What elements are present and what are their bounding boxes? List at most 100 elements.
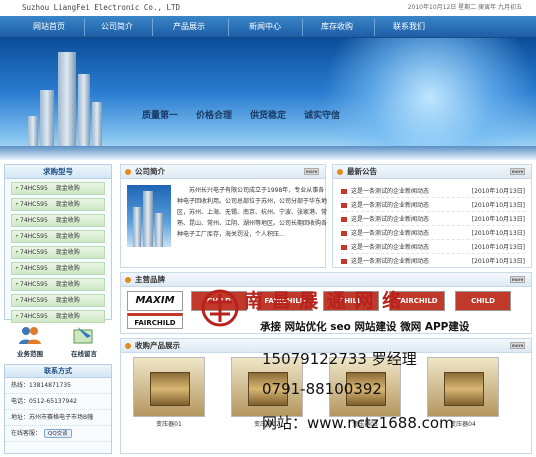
main-nav: 网站首页 公司简介 产品展示 新闻中心 库存收购 联系我们 (0, 16, 536, 38)
globe-glow (300, 38, 536, 160)
more-button[interactable]: more (304, 168, 319, 175)
model-label: 74HC595 (20, 217, 48, 224)
online-service-row: 在线客服： QQ交谈 (5, 426, 111, 442)
nav-divider (152, 18, 153, 36)
wanted-item[interactable]: • 74HC595 现金收购 (11, 246, 105, 259)
wanted-item[interactable]: • 74HC595 现金收购 (11, 198, 105, 211)
company-photo (127, 185, 171, 247)
news-date: [2010年10月13日] (471, 188, 525, 195)
brands-header: 主营品牌 more (121, 273, 531, 287)
company-intro-box: 公司简介 more 苏州长兴电子有限公司成立于1998年，专业从事各种电子回收利用… (120, 164, 327, 268)
nav-divider (228, 18, 229, 36)
news-bullet-icon (341, 203, 347, 208)
action-label: 现金收购 (55, 281, 80, 288)
notice-box: 最新公告 more 这是一条测试的企业新闻动态 [2010年10月13日] 这是一条… (332, 164, 532, 268)
news-date: [2010年10月13日] (471, 202, 525, 209)
online-message-button[interactable]: 在线留言 (60, 324, 108, 360)
brands-title: 主营品牌 (135, 275, 165, 284)
more-button[interactable]: more (510, 342, 525, 349)
news-title: 这是一条测试的企业新闻动态 (351, 188, 430, 195)
online-message-label: 在线留言 (71, 350, 97, 358)
nav-about[interactable]: 公司简介 (88, 20, 146, 34)
wanted-item[interactable]: • 74HC595 现金收购 (11, 310, 105, 323)
message-icon (73, 327, 93, 344)
action-label: 现金收购 (55, 201, 80, 208)
nav-contact[interactable]: 联系我们 (380, 20, 438, 34)
bullet-icon (125, 343, 131, 349)
slogan: 质量第一 (142, 111, 179, 121)
product-image[interactable] (133, 357, 205, 417)
notice-title: 最新公告 (347, 167, 377, 176)
bullet-icon (125, 277, 131, 283)
news-date: [2010年10月13日] (471, 258, 525, 265)
company-logo[interactable]: Suzhou LiangFei Electronic Co., LTD (22, 3, 180, 12)
banner-ground (0, 146, 536, 160)
news-bullet-icon (341, 245, 347, 250)
action-label: 现金收购 (55, 217, 80, 224)
wanted-item[interactable]: • 74HC595 现金收购 (11, 182, 105, 195)
news-item[interactable]: 这是一条测试的企业新闻动态 [2010年10月13日] (341, 255, 525, 268)
news-title: 这是一条测试的企业新闻动态 (351, 202, 430, 209)
contact-panel: 联系方式 热线：13814871735 电话：0512-65137942 地址：… (4, 364, 112, 454)
nav-products[interactable]: 产品展示 (160, 20, 218, 34)
business-scope-button[interactable]: 业务范围 (6, 324, 54, 360)
brand-logo-fairchild[interactable]: CHILD (455, 291, 511, 311)
model-label: 74HC595 (20, 313, 48, 320)
brand-logo-maxim[interactable]: MAXIM (127, 291, 183, 311)
model-label: 74HC595 (20, 281, 48, 288)
quick-links: 业务范围 在线留言 (4, 324, 112, 360)
bullet-icon (125, 169, 131, 175)
news-item[interactable]: 这是一条测试的企业新闻动态 [2010年10月13日] (341, 241, 525, 254)
more-button[interactable]: more (510, 168, 525, 175)
news-date: [2010年10月13日] (471, 216, 525, 223)
nav-divider (84, 18, 85, 36)
model-label: 74HC595 (20, 233, 48, 240)
notice-header: 最新公告 more (333, 165, 531, 179)
slogan: 供货稳定 (250, 111, 287, 121)
news-item[interactable]: 这是一条测试的企业新闻动态 [2010年10月13日] (341, 199, 525, 212)
wanted-item[interactable]: • 74HC595 现金收购 (11, 230, 105, 243)
action-label: 现金收购 (55, 233, 80, 240)
news-title: 这是一条测试的企业新闻动态 (351, 258, 430, 265)
wanted-item[interactable]: • 74HC595 现金收购 (11, 278, 105, 291)
action-label: 现金收购 (55, 265, 80, 272)
top-bar: Suzhou LiangFei Electronic Co., LTD 2010… (0, 0, 536, 16)
watermark-phone-mobile: 15079122733 罗经理 (262, 350, 417, 368)
watermark-services: 承接 网站优化 seo 网站建设 微网 APP建设 (260, 321, 470, 333)
wanted-item[interactable]: • 74HC595 现金收购 (11, 262, 105, 275)
action-label: 现金收购 (55, 313, 80, 320)
wanted-item[interactable]: • 74HC595 现金收购 (11, 294, 105, 307)
brand-logo-fairchild[interactable]: FAIRCHILD (127, 313, 183, 329)
news-item[interactable]: 这是一条测试的企业新闻动态 [2010年10月13日] (341, 185, 525, 198)
news-date: [2010年10月13日] (471, 244, 525, 251)
model-label: 74HC595 (20, 201, 48, 208)
nav-home[interactable]: 网站首页 (20, 20, 78, 34)
news-bullet-icon (341, 189, 347, 194)
news-bullet-icon (341, 259, 347, 264)
phone: 电话：0512-65137942 (5, 394, 111, 410)
wanted-models-title: 求购型号 (5, 165, 111, 179)
product-caption[interactable]: 变压器01 (133, 419, 205, 428)
nav-divider (374, 18, 375, 36)
hotline: 热线：13814871735 (5, 378, 111, 394)
contact-title: 联系方式 (5, 365, 111, 378)
action-label: 现金收购 (55, 297, 80, 304)
product-image[interactable] (427, 357, 499, 417)
watermark-company-name: 南 昌 展 通 网 络 (244, 290, 403, 312)
news-bullet-icon (341, 231, 347, 236)
news-item[interactable]: 这是一条测试的企业新闻动态 [2010年10月13日] (341, 213, 525, 226)
model-label: 74HC595 (20, 297, 48, 304)
news-title: 这是一条测试的企业新闻动态 (351, 230, 430, 237)
news-title: 这是一条测试的企业新闻动态 (351, 244, 430, 251)
watermark-website: 网站：www.nctz1688.com (262, 414, 454, 432)
business-scope-label: 业务范围 (17, 350, 43, 358)
action-label: 现金收购 (55, 249, 80, 256)
news-item[interactable]: 这是一条测试的企业新闻动态 [2010年10月13日] (341, 227, 525, 240)
nav-inventory[interactable]: 库存收购 (308, 20, 366, 34)
watermark-logo-icon (201, 289, 239, 327)
qq-chat-button[interactable]: QQ交谈 (44, 429, 72, 438)
nav-news[interactable]: 新闻中心 (236, 20, 294, 34)
nav-divider (302, 18, 303, 36)
wanted-item[interactable]: • 74HC595 现金收购 (11, 214, 105, 227)
more-button[interactable]: more (510, 276, 525, 283)
